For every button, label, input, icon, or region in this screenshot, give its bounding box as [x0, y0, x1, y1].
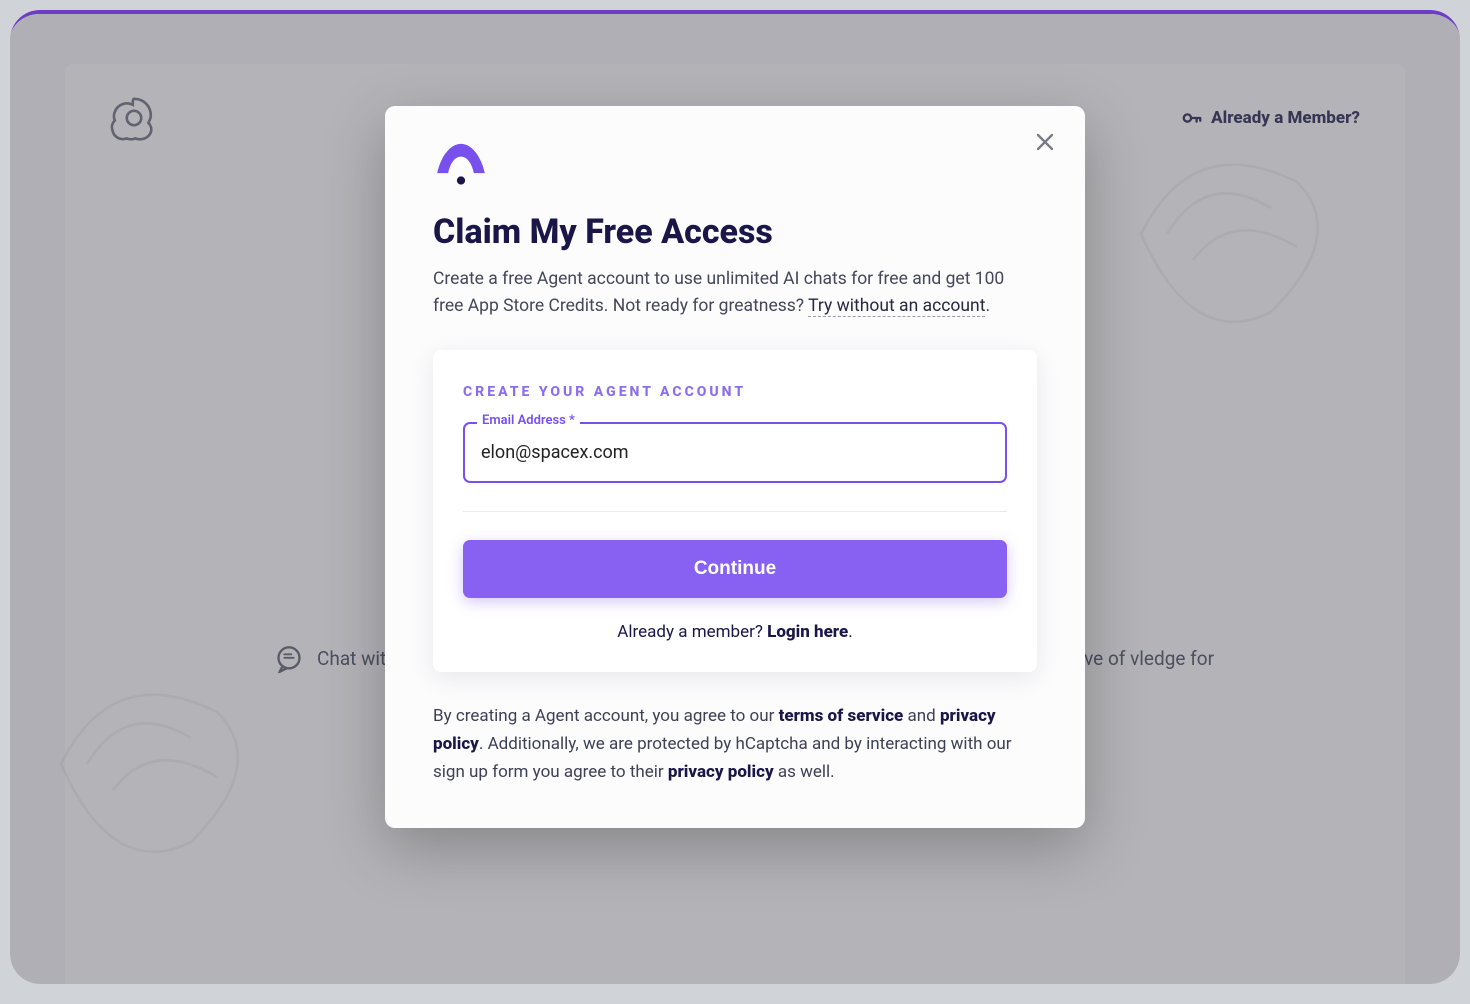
form-heading: CREATE YOUR AGENT ACCOUNT [463, 384, 1007, 400]
chat-icon [275, 645, 303, 673]
legal-b: and [903, 706, 940, 726]
signup-modal: Claim My Free Access Create a free Agent… [385, 106, 1085, 828]
modal-title: Claim My Free Access [433, 212, 1037, 252]
login-here-link[interactable]: Login here [767, 622, 848, 642]
modal-subtitle: Create a free Agent account to use unlim… [433, 266, 1037, 320]
close-icon [1036, 133, 1054, 151]
decorative-pattern [35, 634, 295, 894]
close-button[interactable] [1031, 128, 1059, 156]
openai-logo-icon [110, 94, 158, 142]
terms-of-service-link[interactable]: terms of service [779, 706, 904, 726]
app-frame: Already a Member? Chat with 10 who do yo… [10, 10, 1460, 984]
decorative-pattern [1115, 104, 1375, 364]
legal-text: By creating a Agent account, you agree t… [433, 702, 1037, 786]
subtitle-suffix: . [985, 296, 990, 316]
try-without-account-link[interactable]: Try without an account [808, 296, 985, 317]
continue-button[interactable]: Continue [463, 540, 1007, 598]
email-label: Email Address * [477, 413, 580, 428]
login-row: Already a member? Login here. [463, 622, 1007, 642]
login-prompt: Already a member? [617, 622, 767, 642]
email-field-wrap: Email Address * [463, 422, 1007, 483]
legal-d: as well. [774, 762, 835, 782]
form-divider [463, 511, 1007, 512]
signup-form-card: CREATE YOUR AGENT ACCOUNT Email Address … [433, 350, 1037, 672]
legal-a: By creating a Agent account, you agree t… [433, 706, 779, 726]
login-suffix: . [848, 622, 852, 642]
email-input[interactable] [463, 422, 1007, 483]
hcaptcha-privacy-link[interactable]: privacy policy [668, 762, 774, 782]
agent-logo-icon [433, 142, 489, 186]
